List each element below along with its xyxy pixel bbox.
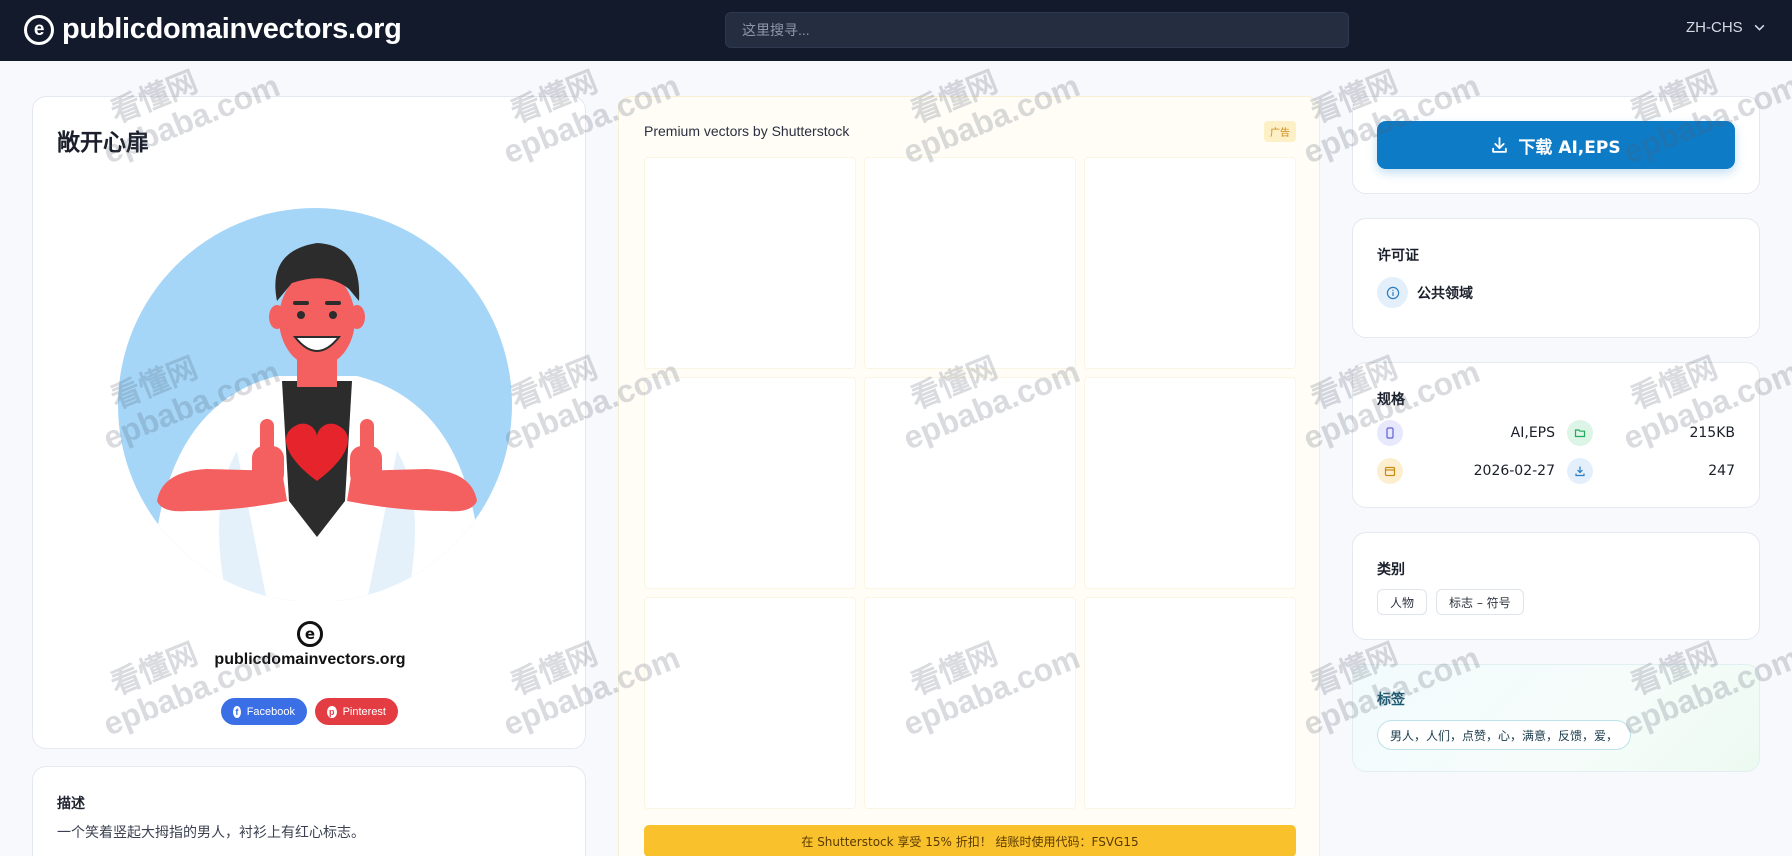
site-name: publicdomainvectors.org — [62, 13, 402, 45]
spec-size: 215KB — [1689, 425, 1735, 441]
ad-tile[interactable] — [864, 377, 1076, 589]
ad-tile[interactable] — [1084, 377, 1296, 589]
pdv-mark-icon: e — [297, 621, 323, 647]
spec-date: 2026-02-27 — [1473, 463, 1555, 479]
share-buttons: f Facebook p Pinterest — [221, 698, 398, 725]
spec-format: AI,EPS — [1510, 425, 1555, 441]
ad-grid — [644, 157, 1296, 809]
spec-row: 2026-02-27 247 — [1377, 457, 1735, 485]
source-watermark: e publicdomainvectors.org — [33, 621, 587, 669]
tags-card: 标签 男人，人们，点赞，心，满意，反馈，爱， — [1352, 664, 1760, 772]
categories-card: 类别 人物 标志 – 符号 — [1352, 532, 1760, 640]
site-logo[interactable]: e publicdomainvectors.org — [24, 13, 402, 46]
download-label: 下载 AI,EPS — [1518, 137, 1621, 158]
tags-chip[interactable]: 男人，人们，点赞，心，满意，反馈，爱， — [1377, 720, 1632, 750]
license-row: 公共领域 — [1377, 277, 1473, 308]
ad-tile[interactable] — [644, 157, 856, 369]
page-title: 敞开心扉 — [57, 130, 149, 156]
ad-tile[interactable] — [864, 597, 1076, 809]
description-card: 描述 一个笑着竖起大拇指的男人，衬衫上有红心标志。 — [32, 766, 586, 856]
search-input[interactable] — [725, 12, 1349, 48]
license-heading: 许可证 — [1377, 248, 1419, 264]
ad-title: Premium vectors by Shutterstock — [644, 123, 850, 139]
download-button[interactable]: 下载 AI,EPS — [1377, 121, 1735, 169]
categories-heading: 类别 — [1377, 562, 1405, 578]
ad-tile[interactable] — [644, 377, 856, 589]
folder-icon — [1567, 420, 1593, 446]
description-text: 一个笑着竖起大拇指的男人，衬衫上有红心标志。 — [57, 825, 365, 841]
language-label: ZH-CHS — [1686, 19, 1743, 36]
category-chip[interactable]: 人物 — [1377, 589, 1428, 615]
license-value: 公共领域 — [1417, 285, 1473, 302]
chevron-down-icon — [1754, 24, 1765, 31]
facebook-share-button[interactable]: f Facebook — [221, 698, 307, 725]
image-card: 敞开心扉 e publicdomainvectors.org f Faceboo… — [32, 96, 586, 749]
source-watermark-text: publicdomainvectors.org — [214, 651, 406, 668]
calendar-icon — [1377, 458, 1403, 484]
category-chips: 人物 标志 – 符号 — [1377, 589, 1524, 615]
download-icon — [1492, 136, 1508, 153]
specs-card: 规格 AI,EPS 215KB 2026-02-27 247 — [1352, 362, 1760, 508]
ad-tile[interactable] — [1084, 157, 1296, 369]
logo-mark-icon: e — [24, 14, 54, 45]
file-format-icon — [1377, 420, 1403, 446]
spec-downloads: 247 — [1708, 463, 1735, 479]
info-icon — [1377, 277, 1408, 308]
ad-panel: Premium vectors by Shutterstock 广告 在 Shu… — [618, 96, 1320, 856]
promo-banner[interactable]: 在 Shutterstock 享受 15% 折扣！ 结账时使用代码：FSVG15 — [644, 825, 1296, 856]
ad-tile[interactable] — [644, 597, 856, 809]
download-count-icon — [1567, 458, 1593, 484]
tags-heading: 标签 — [1377, 692, 1405, 708]
ad-tile[interactable] — [1084, 597, 1296, 809]
license-card: 许可证 公共领域 — [1352, 218, 1760, 338]
ad-tile[interactable] — [864, 157, 1076, 369]
spec-row: AI,EPS 215KB — [1377, 419, 1735, 447]
description-heading: 描述 — [57, 796, 85, 812]
pinterest-icon: p — [327, 705, 337, 718]
vector-preview-image[interactable] — [117, 201, 517, 601]
language-selector[interactable]: ZH-CHS — [1686, 19, 1766, 36]
promo-text: 在 Shutterstock 享受 15% 折扣！ 结账时使用代码：FSVG15 — [801, 834, 1139, 849]
facebook-label: Facebook — [246, 705, 295, 718]
pinterest-label: Pinterest — [342, 705, 386, 718]
ad-badge: 广告 — [1264, 121, 1296, 142]
specs-heading: 规格 — [1377, 392, 1405, 408]
category-chip[interactable]: 标志 – 符号 — [1436, 589, 1524, 615]
facebook-icon: f — [233, 705, 241, 718]
pinterest-share-button[interactable]: p Pinterest — [315, 698, 398, 725]
top-navbar: e publicdomainvectors.org ZH-CHS — [0, 0, 1792, 61]
download-card: 下载 AI,EPS — [1352, 96, 1760, 194]
